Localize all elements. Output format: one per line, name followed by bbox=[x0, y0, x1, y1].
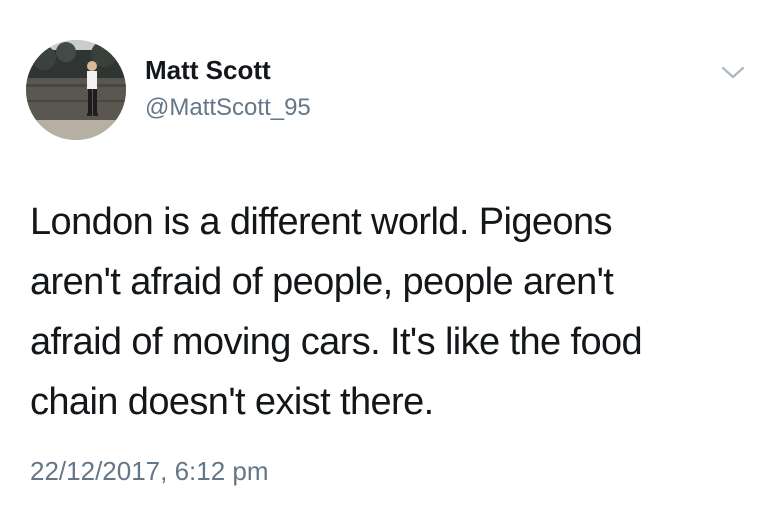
tweet-card: Matt Scott @MattScott_95 London is a dif… bbox=[0, 0, 768, 529]
user-handle[interactable]: @MattScott_95 bbox=[145, 94, 311, 122]
display-name[interactable]: Matt Scott bbox=[145, 55, 271, 86]
tweet-menu-button[interactable] bbox=[718, 60, 748, 84]
chevron-down-icon bbox=[721, 66, 745, 79]
avatar[interactable] bbox=[26, 40, 126, 140]
avatar-photo-icon bbox=[26, 40, 126, 140]
tweet-text: London is a different world. Pigeons are… bbox=[30, 201, 643, 423]
tweet-timestamp[interactable]: 22/12/2017, 6:12 pm bbox=[30, 456, 269, 487]
